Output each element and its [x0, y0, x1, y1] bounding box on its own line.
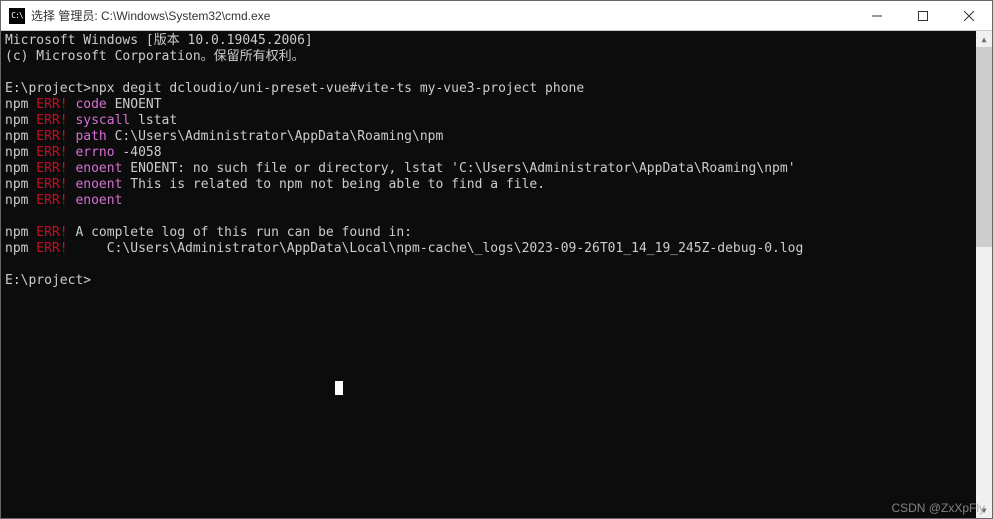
npm-prefix: npm — [5, 225, 28, 240]
terminal-output[interactable]: Microsoft Windows [版本 10.0.19045.2006](c… — [1, 31, 976, 518]
close-button[interactable] — [946, 1, 992, 30]
err-tag: ERR! — [28, 113, 67, 128]
blank-line — [5, 65, 976, 81]
prompt-path: E:\project> — [5, 81, 91, 96]
cmd-window: C:\ 选择 管理员: C:\Windows\System32\cmd.exe … — [0, 0, 993, 519]
err-val: lstat — [130, 113, 177, 128]
err-key: errno — [68, 145, 115, 160]
npm-prefix: npm — [5, 145, 28, 160]
error-line: npm ERR! errno -4058 — [5, 145, 976, 161]
scrollbar-thumb[interactable] — [976, 47, 992, 247]
terminal-area: Microsoft Windows [版本 10.0.19045.2006](c… — [1, 31, 992, 518]
window-title: 选择 管理员: C:\Windows\System32\cmd.exe — [31, 7, 854, 24]
error-line: npm ERR! enoent This is related to npm n… — [5, 177, 976, 193]
npm-prefix: npm — [5, 193, 28, 208]
cmd-icon: C:\ — [9, 8, 25, 24]
error-line: npm ERR! A complete log of this run can … — [5, 225, 976, 241]
err-val: C:\Users\Administrator\AppData\Local\npm… — [68, 241, 804, 256]
err-tag: ERR! — [28, 97, 67, 112]
vertical-scrollbar[interactable]: ▲ ▼ — [976, 31, 992, 518]
version-line: Microsoft Windows [版本 10.0.19045.2006] — [5, 33, 976, 49]
error-line: npm ERR! enoent ENOENT: no such file or … — [5, 161, 976, 177]
window-controls — [854, 1, 992, 30]
err-key: enoent — [68, 193, 123, 208]
minimize-button[interactable] — [854, 1, 900, 30]
err-val: A complete log of this run can be found … — [68, 225, 412, 240]
blank-line — [5, 209, 976, 225]
blank-line — [5, 257, 976, 273]
scroll-up-icon[interactable]: ▲ — [976, 31, 992, 47]
err-val: ENOENT: no such file or directory, lstat… — [122, 161, 795, 176]
err-val: C:\Users\Administrator\AppData\Roaming\n… — [107, 129, 444, 144]
error-line: npm ERR! path C:\Users\Administrator\App… — [5, 129, 976, 145]
npm-prefix: npm — [5, 177, 28, 192]
err-val: -4058 — [115, 145, 162, 160]
cursor — [335, 381, 343, 395]
copyright-line: (c) Microsoft Corporation。保留所有权利。 — [5, 49, 976, 65]
err-val: ENOENT — [107, 97, 162, 112]
error-line: npm ERR! enoent — [5, 193, 976, 209]
prompt-path: E:\project> — [5, 273, 91, 288]
error-line: npm ERR! syscall lstat — [5, 113, 976, 129]
error-line: npm ERR! code ENOENT — [5, 97, 976, 113]
err-key: path — [68, 129, 107, 144]
error-line: npm ERR! C:\Users\Administrator\AppData\… — [5, 241, 976, 257]
err-tag: ERR! — [28, 161, 67, 176]
err-key: code — [68, 97, 107, 112]
npm-prefix: npm — [5, 241, 28, 256]
err-tag: ERR! — [28, 129, 67, 144]
err-val: This is related to npm not being able to… — [122, 177, 545, 192]
err-tag: ERR! — [28, 225, 67, 240]
maximize-button[interactable] — [900, 1, 946, 30]
prompt-line: E:\project> — [5, 273, 976, 289]
npm-prefix: npm — [5, 113, 28, 128]
err-tag: ERR! — [28, 241, 67, 256]
err-key: enoent — [68, 161, 123, 176]
scroll-down-icon[interactable]: ▼ — [976, 502, 992, 518]
err-tag: ERR! — [28, 145, 67, 160]
titlebar[interactable]: C:\ 选择 管理员: C:\Windows\System32\cmd.exe — [1, 1, 992, 31]
err-tag: ERR! — [28, 177, 67, 192]
npm-prefix: npm — [5, 161, 28, 176]
err-key: enoent — [68, 177, 123, 192]
command-text: npx degit dcloudio/uni-preset-vue#vite-t… — [91, 81, 584, 96]
npm-prefix: npm — [5, 97, 28, 112]
err-tag: ERR! — [28, 193, 67, 208]
err-key: syscall — [68, 113, 131, 128]
npm-prefix: npm — [5, 129, 28, 144]
command-line: E:\project>npx degit dcloudio/uni-preset… — [5, 81, 976, 97]
